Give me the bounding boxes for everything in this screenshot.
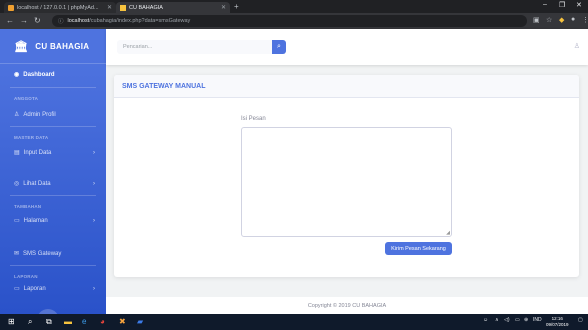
network-icon[interactable]: ⊕ xyxy=(524,317,528,323)
menu-icon[interactable]: ⋮ xyxy=(582,16,588,24)
bank-icon: 🏛 xyxy=(14,40,29,53)
close-tab-icon[interactable]: ✕ xyxy=(221,4,226,11)
sidebar-item-label: Input Data xyxy=(23,149,52,156)
profile-icon[interactable]: ● xyxy=(571,16,575,23)
sidebar-item-halaman[interactable]: ▭ Halaman › xyxy=(0,217,106,225)
sidebar-item-lihat-data[interactable]: ◎ Lihat Data › xyxy=(0,180,106,188)
search-input[interactable]: Pencarian... xyxy=(117,40,272,54)
translate-icon[interactable]: ▣ xyxy=(533,16,540,24)
search-button[interactable]: ⌕ xyxy=(272,40,286,54)
search-icon[interactable]: ⌕ xyxy=(28,317,32,327)
sidebar: 🏛 CU BAHAGIA ◉ Dashboard ANGGOTA ♙ Admin… xyxy=(0,29,106,314)
user-menu-icon[interactable]: ♙ xyxy=(574,42,580,50)
minimize-icon[interactable]: – xyxy=(543,1,547,8)
sms-gateway-card: SMS GATEWAY MANUAL Isi Pesan ◢ Kirim Pes… xyxy=(114,75,579,277)
resize-handle-icon[interactable]: ◢ xyxy=(446,230,450,236)
bookmark-star-icon[interactable]: ☆ xyxy=(546,16,552,24)
url-host: localhost xyxy=(67,18,90,24)
maximize-icon[interactable]: ❐ xyxy=(559,1,565,9)
eye-icon: ◎ xyxy=(14,181,20,187)
chevron-right-icon: › xyxy=(93,285,95,292)
chevron-right-icon: › xyxy=(93,149,95,156)
notification-icon[interactable]: ▢ xyxy=(578,317,583,323)
message-icon: ✉ xyxy=(14,251,20,257)
sidebar-heading-tambahan: TAMBAHAN xyxy=(14,204,42,209)
footer: Copyright © 2019 CU BAHAGIA xyxy=(106,297,588,314)
extension-icon[interactable]: ◆ xyxy=(559,16,564,24)
dashboard-icon: ◉ xyxy=(14,72,20,78)
info-icon: ⓘ xyxy=(58,19,64,25)
send-message-button[interactable]: Kirim Pesan Sekarang xyxy=(385,242,452,255)
language-indicator[interactable]: IND xyxy=(533,317,542,323)
edge-icon[interactable]: e xyxy=(82,317,86,326)
sidebar-item-label: SMS Gateway xyxy=(23,250,62,257)
sidebar-item-label: Admin Profil xyxy=(23,111,56,118)
forward-icon[interactable]: → xyxy=(20,16,28,25)
people-icon[interactable]: ☺ xyxy=(483,317,488,323)
xampp-icon[interactable]: ✖ xyxy=(119,317,126,326)
sidebar-item-sms-gateway[interactable]: ✉ SMS Gateway xyxy=(0,250,106,258)
sidebar-item-label: Lihat Data xyxy=(23,180,51,187)
sidebar-heading-anggota: ANGGOTA xyxy=(14,96,39,101)
sidebar-heading-laporan: LAPORAN xyxy=(14,274,38,279)
browser-tab-phpmyadmin[interactable]: localhost / 127.0.0.1 | phpMyAd... ✕ xyxy=(4,2,116,13)
system-clock[interactable]: 12:16 09/07/2019 xyxy=(546,316,569,328)
report-icon: ▭ xyxy=(14,286,20,292)
tab-title: localhost / 127.0.0.1 | phpMyAd... xyxy=(17,4,99,11)
word-icon[interactable]: ▰ xyxy=(137,317,143,326)
file-icon: ▤ xyxy=(14,150,20,156)
back-icon[interactable]: ← xyxy=(6,16,14,25)
task-view-icon[interactable]: ⧉ xyxy=(46,317,52,327)
battery-icon[interactable]: ▭ xyxy=(515,317,520,323)
sidebar-divider xyxy=(10,87,96,88)
volume-icon[interactable]: ◁) xyxy=(504,317,510,323)
sidebar-heading-master-data: MASTER DATA xyxy=(14,135,49,140)
sidebar-item-label: Laporan xyxy=(23,285,46,292)
close-tab-icon[interactable]: ✕ xyxy=(107,4,112,11)
tray-chevron-icon[interactable]: ∧ xyxy=(495,317,499,323)
tab-title: CU BAHAGIA xyxy=(129,4,163,11)
sidebar-divider xyxy=(10,265,96,266)
address-bar-row: ← → ↻ ⓘ localhost /cubahagia/index.php?d… xyxy=(0,13,588,29)
sidebar-item-dashboard[interactable]: ◉ Dashboard xyxy=(0,71,106,79)
sidebar-item-input-data[interactable]: ▤ Input Data › xyxy=(0,149,106,157)
close-window-icon[interactable]: ✕ xyxy=(576,1,582,9)
phpmyadmin-favicon-icon xyxy=(8,4,14,11)
topbar: Pencarian... ⌕ ♙ xyxy=(106,29,588,65)
url-path: /cubahagia/index.php?data=smsGateway xyxy=(89,18,191,24)
sidebar-brand[interactable]: 🏛 CU BAHAGIA xyxy=(0,29,106,64)
sidebar-item-laporan[interactable]: ▭ Laporan › xyxy=(0,285,106,293)
browser-tab-strip: localhost / 127.0.0.1 | phpMyAd... ✕ CU … xyxy=(0,0,588,13)
sidebar-item-label: Dashboard xyxy=(23,71,55,78)
message-label: Isi Pesan xyxy=(241,116,266,122)
sidebar-divider xyxy=(10,195,96,196)
windows-taskbar: ⊞ ⌕ ⧉ ▬ e ◕ ✖ ▰ ☺ ∧ ◁) ▭ ⊕ IND 12:16 09/… xyxy=(0,314,588,330)
url-field[interactable]: ⓘ localhost /cubahagia/index.php?data=sm… xyxy=(52,15,527,27)
chrome-icon[interactable]: ◕ xyxy=(100,317,105,326)
brand-name: CU BAHAGIA xyxy=(35,41,90,51)
clock-date: 09/07/2019 xyxy=(546,322,569,327)
message-textarea[interactable]: ◢ xyxy=(241,127,452,237)
user-icon: ♙ xyxy=(14,112,20,118)
sidebar-item-admin-profil[interactable]: ♙ Admin Profil xyxy=(0,111,106,119)
copyright-text: Copyright © 2019 CU BAHAGIA xyxy=(307,302,387,309)
chevron-right-icon: › xyxy=(93,217,95,224)
windows-start-icon[interactable]: ⊞ xyxy=(8,317,15,326)
file-explorer-icon[interactable]: ▬ xyxy=(64,317,72,326)
sidebar-item-label: Halaman xyxy=(23,217,48,224)
new-tab-icon[interactable]: + xyxy=(234,2,239,11)
browser-tab-cubahagia[interactable]: CU BAHAGIA ✕ xyxy=(116,2,230,13)
sidebar-divider xyxy=(10,126,96,127)
chevron-right-icon: › xyxy=(93,180,95,187)
site-favicon-icon xyxy=(120,4,126,11)
card-title: SMS GATEWAY MANUAL xyxy=(114,75,579,98)
folder-icon: ▭ xyxy=(14,218,20,224)
reload-icon[interactable]: ↻ xyxy=(34,16,41,25)
search-icon: ⌕ xyxy=(277,43,281,50)
